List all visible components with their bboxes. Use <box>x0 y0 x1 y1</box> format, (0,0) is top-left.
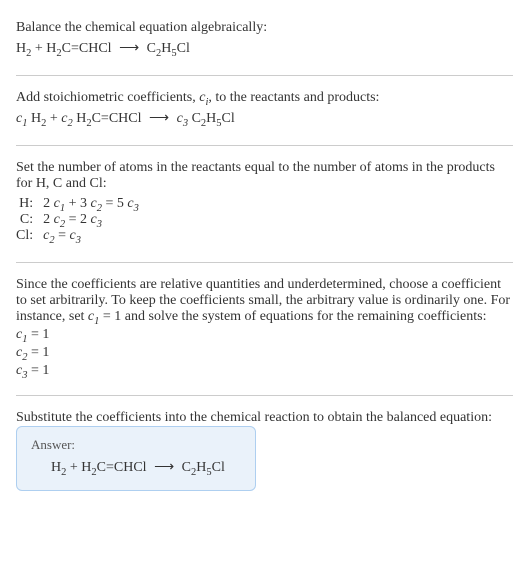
step-text: Since the coefficients are relative quan… <box>16 277 513 325</box>
element-equation: 2 c2 = 2 c3 <box>43 212 139 228</box>
divider <box>16 262 513 263</box>
intro-section: Balance the chemical equation algebraica… <box>16 12 513 69</box>
element-label: H: <box>16 196 43 212</box>
step-text: Set the number of atoms in the reactants… <box>16 160 513 192</box>
element-label: Cl: <box>16 228 43 244</box>
element-label: C: <box>16 212 43 228</box>
solve-section: Since the coefficients are relative quan… <box>16 269 513 389</box>
step-text: Add stoichiometric coefficients, ci, to … <box>16 90 513 106</box>
coefficient-value: c3 = 1 <box>16 363 513 379</box>
answer-box: Answer: H2 + H2C=CHCl ⟶ C2H5Cl <box>16 426 256 491</box>
arrow-icon: ⟶ <box>150 459 178 476</box>
plus: + <box>31 41 46 56</box>
reactant-2: H2C=CHCl <box>81 460 146 475</box>
solved-coefficients: c1 = 1 c2 = 1 c3 = 1 <box>16 327 513 379</box>
plus: + <box>66 460 81 475</box>
divider <box>16 145 513 146</box>
product-1: C2H5Cl <box>182 460 225 475</box>
intro-text: Balance the chemical equation algebraica… <box>16 20 513 36</box>
reactant-2: H2C=CHCl <box>46 41 111 56</box>
balanced-equation: H2 + H2C=CHCl ⟶ C2H5Cl <box>31 459 241 476</box>
table-row: Cl: c2 = c3 <box>16 228 139 244</box>
arrow-icon: ⟶ <box>115 40 143 57</box>
atom-equations-table: H: 2 c1 + 3 c2 = 5 c3 C: 2 c2 = 2 c3 Cl:… <box>16 196 139 244</box>
coefficient-equation: c1 H2 + c2 H2C=CHCl ⟶ c3 C2H5Cl <box>16 110 513 127</box>
atom-balance-section: Set the number of atoms in the reactants… <box>16 152 513 256</box>
product-1: C2H5Cl <box>147 41 190 56</box>
coefficient-value: c2 = 1 <box>16 345 513 361</box>
element-equation: 2 c1 + 3 c2 = 5 c3 <box>43 196 139 212</box>
coefficient-value: c1 = 1 <box>16 327 513 343</box>
table-row: C: 2 c2 = 2 c3 <box>16 212 139 228</box>
element-equation: c2 = c3 <box>43 228 139 244</box>
step-text: Substitute the coefficients into the che… <box>16 410 513 426</box>
reactant-1: H2 <box>16 41 31 56</box>
unbalanced-equation: H2 + H2C=CHCl ⟶ C2H5Cl <box>16 40 513 57</box>
reactant-1: H2 <box>51 460 66 475</box>
add-coefficients-section: Add stoichiometric coefficients, ci, to … <box>16 82 513 139</box>
answer-label: Answer: <box>31 437 241 453</box>
divider <box>16 395 513 396</box>
arrow-icon: ⟶ <box>145 110 173 127</box>
divider <box>16 75 513 76</box>
table-row: H: 2 c1 + 3 c2 = 5 c3 <box>16 196 139 212</box>
substitute-section: Substitute the coefficients into the che… <box>16 402 513 499</box>
